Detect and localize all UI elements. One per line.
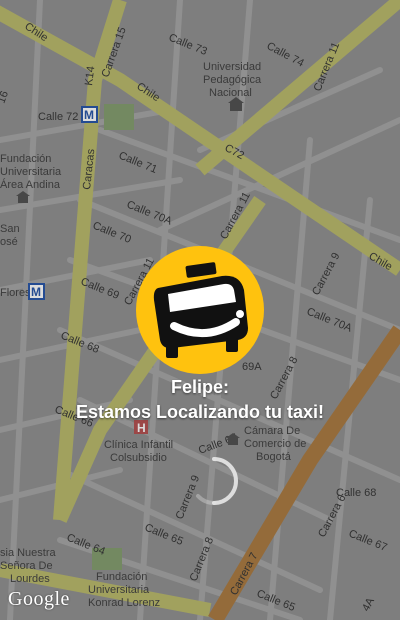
metro-station-icon[interactable]: M xyxy=(81,106,98,123)
poi-universidad-line2: Pedagógica xyxy=(203,74,262,86)
poi-fundacion-area-line1: Fundación xyxy=(0,153,51,165)
poi-clinica-line2: Colsubsidio xyxy=(110,452,167,464)
poi-san-line1: San xyxy=(0,223,20,235)
app-screen: Chile Carrera 15 K14 Calle 73 Calle 74 C… xyxy=(0,0,400,620)
metro-marker-label: M xyxy=(31,285,41,299)
poi-universidad-line3: Nacional xyxy=(209,87,252,99)
status-message: Estamos Localizando tu taxi! xyxy=(75,402,325,422)
google-attribution: Google xyxy=(8,588,70,610)
hospital-marker-label: H xyxy=(137,421,146,435)
street-label-calle-72: Calle 72 xyxy=(38,111,78,123)
poi-flores: Flores xyxy=(0,287,31,299)
poi-fundacion-area-line3: Área Andina xyxy=(0,178,61,191)
spinner-icon xyxy=(196,457,238,505)
poi-iglesia-line3: Lourdes xyxy=(10,573,50,585)
poi-konrad-line2: Universitaria xyxy=(88,584,150,596)
poi-camara-line1: Cámara De xyxy=(244,425,300,437)
poi-camara-line3: Bogotá xyxy=(256,451,292,463)
poi-fundacion-area-line2: Universitaria xyxy=(0,166,62,178)
taxi-icon xyxy=(136,246,264,374)
poi-universidad-line1: Universidad xyxy=(203,61,261,73)
poi-san-line2: osé xyxy=(0,236,18,248)
poi-camara-line2: Comercio de xyxy=(244,438,306,450)
poi-clinica-line1: Clínica Infantil xyxy=(104,439,173,451)
poi-iglesia-line2: Señora De xyxy=(0,560,53,572)
street-label-k14: K14 xyxy=(83,65,97,86)
metro-station-icon[interactable]: M xyxy=(28,283,45,300)
poi-konrad-line1: Fundación xyxy=(96,571,147,583)
poi-iglesia-line1: sia Nuestra xyxy=(0,547,57,559)
user-name-label: Felipe: xyxy=(170,377,229,397)
metro-marker-label: M xyxy=(84,108,94,122)
poi-konrad-line3: Konrad Lorenz xyxy=(88,597,160,609)
